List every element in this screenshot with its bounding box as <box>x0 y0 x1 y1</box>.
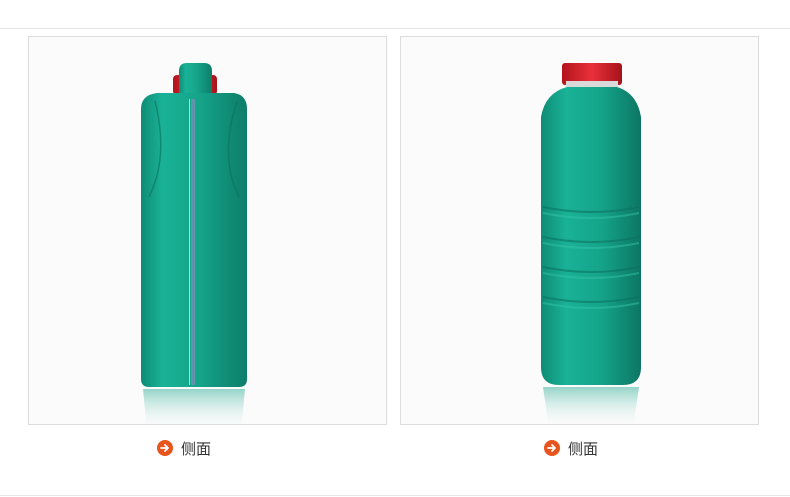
caption-text: 侧面 <box>568 439 599 458</box>
product-gallery: 侧面 侧面 <box>0 0 790 497</box>
bottom-divider <box>0 495 790 496</box>
caption-text: 侧面 <box>181 439 212 458</box>
jug-side-illustration <box>141 63 247 424</box>
caption-side: 侧面 <box>157 438 211 458</box>
arrow-right-circle-icon <box>157 440 173 456</box>
caption-front: 侧面 <box>544 438 598 458</box>
product-image-front[interactable] <box>400 36 759 425</box>
arrow-right-circle-icon <box>544 440 560 456</box>
top-divider <box>0 28 790 29</box>
product-image-side[interactable] <box>28 36 387 425</box>
bottle-front-illustration <box>541 63 641 424</box>
